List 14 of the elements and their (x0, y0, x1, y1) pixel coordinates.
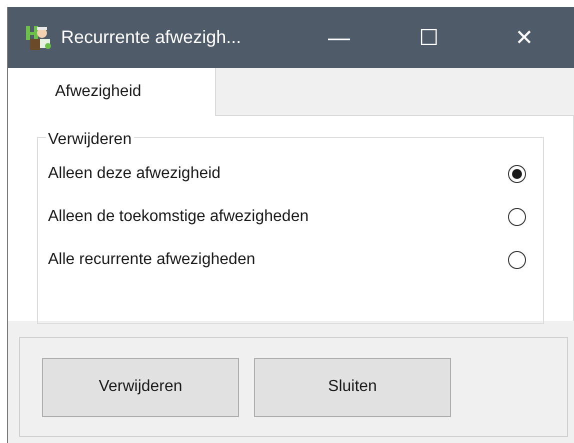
radio-label: Alleen de toekomstige afwezigheden (48, 206, 309, 226)
tab[interactable]: Afwezigheid (8, 68, 216, 116)
delete-button[interactable]: Verwijderen (42, 358, 239, 416)
radio-button[interactable] (508, 208, 526, 226)
minimize-button[interactable]: — (294, 7, 384, 68)
close-button[interactable]: ✕ (474, 7, 574, 68)
maximize-button[interactable]: ☐ (384, 7, 474, 68)
radio-button[interactable] (508, 164, 526, 182)
app-icon (25, 24, 53, 52)
window-title: Recurrente afwezigh... (61, 26, 242, 49)
radio-label: Alle recurrente afwezigheden (48, 250, 256, 270)
close-dialog-button[interactable]: Sluiten (254, 358, 451, 416)
radio-button[interactable] (508, 250, 526, 268)
radio-label: Alleen deze afwezigheid (48, 164, 221, 184)
